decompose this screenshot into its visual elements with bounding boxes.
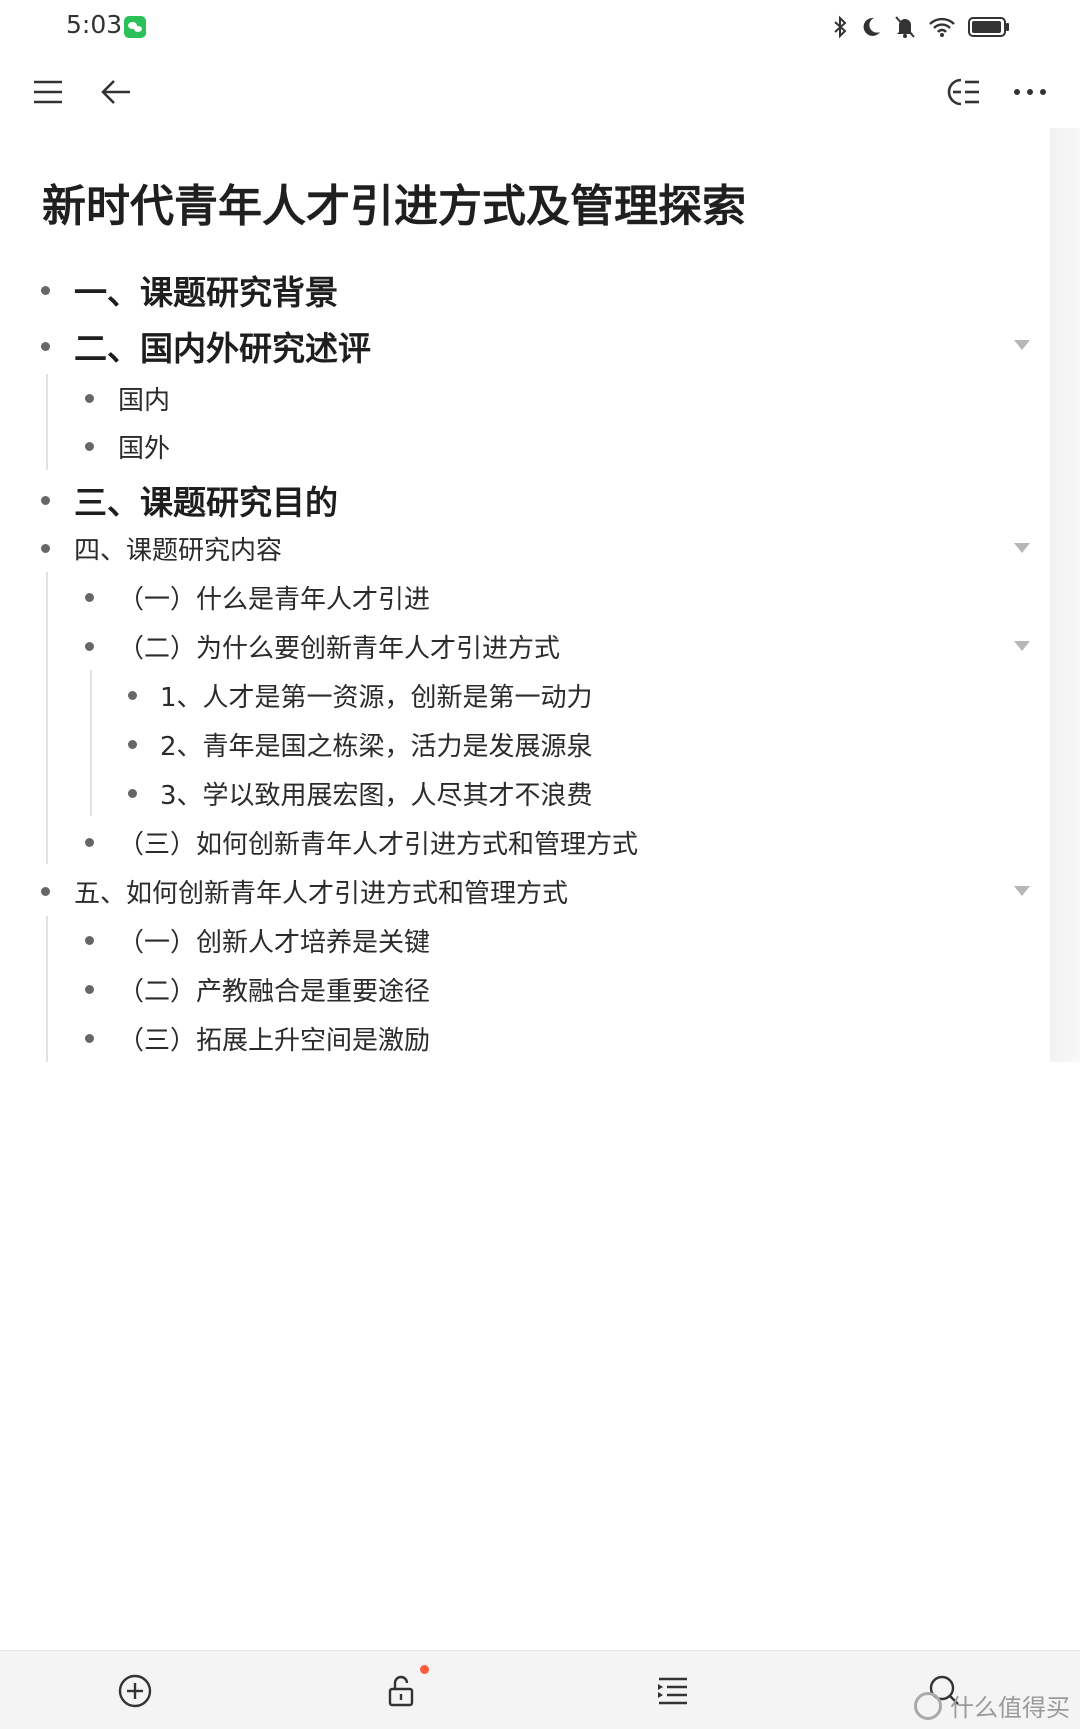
outline-item-text: 四、课题研究内容 [74,536,283,566]
watermark-text: 什么值得买 [950,1694,1070,1722]
scroll-edge [1050,128,1080,1062]
list-icon[interactable] [651,1669,695,1713]
indent-guide [46,374,48,470]
collapse-chevron-icon[interactable] [1014,543,1030,553]
wifi-icon [929,17,955,37]
outline-item-text: 2、青年是国之栋梁，活力是发展源泉 [160,732,593,762]
outline-item-text: （三）如何创新青年人才引进方式和管理方式 [118,830,639,860]
outline-icon[interactable] [942,70,986,114]
outline-item-text: 三、课题研究目的 [74,483,338,522]
bullet [128,740,137,749]
notification-dot [420,1665,429,1674]
outline-item-text: 国外 [118,434,171,464]
outline-item-text: 国内 [118,386,171,416]
wechat-icon [124,16,146,38]
bullet [41,544,50,553]
outline-item-text: 1、人才是第一资源，创新是第一动力 [160,683,593,713]
collapse-chevron-icon[interactable] [1014,641,1030,651]
bullet [85,936,94,945]
outline-item-text: 五、如何创新青年人才引进方式和管理方式 [74,879,569,909]
outline-item-text: （二）为什么要创新青年人才引进方式 [118,634,561,664]
outline-item-text: （三）拓展上升空间是激励 [118,1026,431,1056]
outline-item-text: （一）创新人才培养是关键 [118,928,431,958]
add-icon[interactable] [113,1669,157,1713]
moon-icon [863,17,880,36]
indent-guide [46,572,48,864]
indent-guide [90,670,92,816]
outline-item-text: 3、学以致用展宏图，人尽其才不浪费 [160,781,593,811]
bullet [41,286,50,295]
bullet [85,642,94,651]
lock-icon[interactable] [380,1665,429,1713]
bullet [41,496,50,505]
outline-item-text: （二）产教融合是重要途径 [118,977,431,1007]
more-icon[interactable] [1008,70,1052,114]
menu-icon[interactable] [26,70,70,114]
mute-icon [895,16,915,38]
document-title[interactable]: 新时代青年人才引进方式及管理探索 [42,170,746,234]
bullet [85,1034,94,1043]
bullet [85,394,94,403]
bullet [128,691,137,700]
bullet [128,789,137,798]
top-toolbar [0,56,1080,126]
status-time: 5:03 [66,10,123,39]
status-icons [832,12,1010,42]
bullet [85,838,94,847]
battery-icon [968,17,1009,37]
bullet [41,887,50,896]
bullet [41,342,50,351]
outline-item-text: 一、课题研究背景 [74,273,338,312]
bullet [85,442,94,451]
back-arrow-icon[interactable] [94,70,138,114]
status-bar: 5:03 [0,0,1080,56]
outline-item-text: 二、国内外研究述评 [74,329,371,368]
bullet [85,985,94,994]
watermark-logo-icon [914,1691,942,1720]
collapse-chevron-icon[interactable] [1014,340,1030,350]
bullet [85,593,94,602]
collapse-chevron-icon[interactable] [1014,886,1030,896]
indent-guide [46,916,48,1062]
watermark: 什么值得买 [914,1688,1070,1723]
outline-item-text: （一）什么是青年人才引进 [118,585,431,615]
bluetooth-icon [834,15,847,39]
